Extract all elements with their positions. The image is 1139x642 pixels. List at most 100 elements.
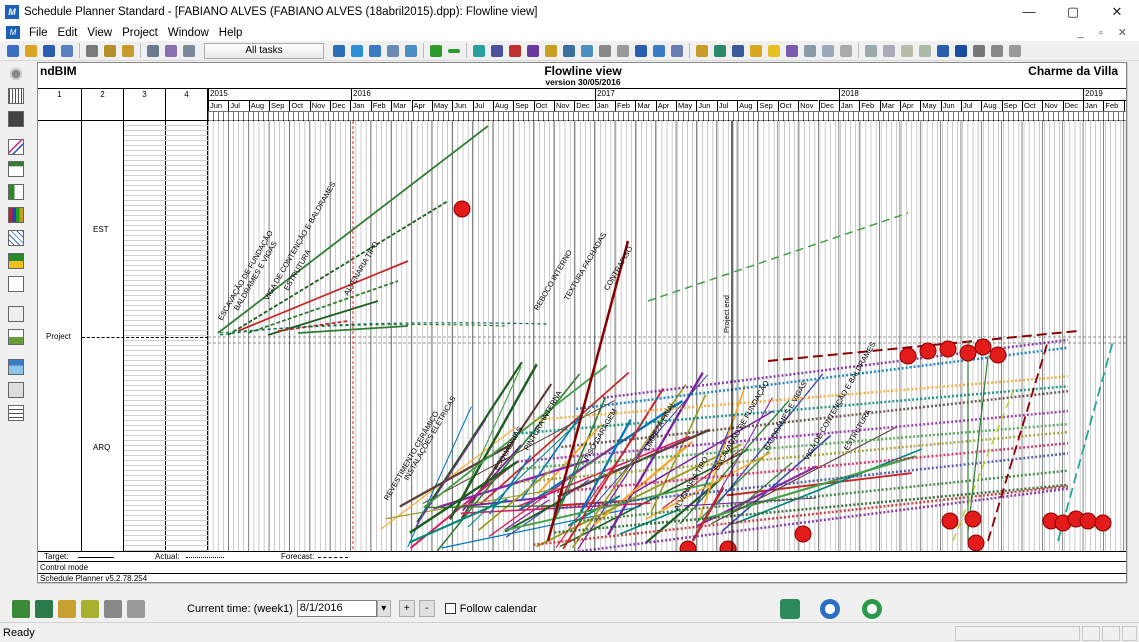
export-icon[interactable] bbox=[693, 43, 710, 59]
structure-icon[interactable] bbox=[8, 111, 24, 127]
column-header-3[interactable]: 3 bbox=[124, 89, 166, 120]
style-icon[interactable] bbox=[783, 43, 800, 59]
task-filter-select[interactable]: All tasks bbox=[204, 42, 324, 59]
document-icon[interactable]: M bbox=[6, 26, 20, 39]
note-icon[interactable] bbox=[765, 43, 782, 59]
minimize-button[interactable]: — bbox=[1007, 0, 1051, 24]
vertical-scrollbar[interactable] bbox=[1127, 62, 1139, 583]
menu-edit[interactable]: Edit bbox=[53, 27, 83, 39]
histogram-icon[interactable] bbox=[8, 207, 24, 223]
zoom-out-icon[interactable] bbox=[384, 43, 401, 59]
bar-chart-icon[interactable] bbox=[952, 43, 969, 59]
menu-window[interactable]: Window bbox=[163, 27, 214, 39]
page-icon[interactable] bbox=[614, 43, 631, 59]
camera-icon[interactable] bbox=[104, 599, 122, 618]
pencil-icon[interactable] bbox=[542, 43, 559, 59]
grid-icon[interactable] bbox=[801, 43, 818, 59]
progress-icon[interactable] bbox=[35, 599, 53, 618]
column-header-2[interactable]: 2 bbox=[82, 89, 124, 120]
menu-project[interactable]: Project bbox=[117, 27, 163, 39]
horizontal-scrollbar[interactable] bbox=[37, 583, 1127, 595]
stopwatch-icon[interactable] bbox=[820, 599, 840, 619]
current-time-input[interactable]: 8/1/2016 bbox=[296, 600, 377, 617]
view-d-icon[interactable] bbox=[916, 43, 933, 59]
report-list-icon[interactable] bbox=[8, 405, 24, 421]
document-view-icon[interactable] bbox=[632, 43, 649, 59]
open-icon[interactable] bbox=[22, 43, 39, 59]
network-icon[interactable] bbox=[506, 43, 523, 59]
refresh-icon[interactable] bbox=[12, 599, 30, 618]
bottom-toolbar: Current time: (week1) 8/1/2016 ▾ + - Fol… bbox=[0, 595, 1139, 622]
cut-icon[interactable] bbox=[83, 43, 100, 59]
gantt-icon[interactable] bbox=[8, 184, 24, 200]
wrench-icon[interactable] bbox=[1006, 43, 1023, 59]
time-forward-button[interactable]: + bbox=[398, 600, 415, 617]
menu-file[interactable]: File bbox=[24, 27, 53, 39]
add-icon[interactable] bbox=[427, 43, 444, 59]
printer-icon[interactable] bbox=[970, 43, 987, 59]
time-back-button[interactable]: - bbox=[418, 600, 435, 617]
info-icon[interactable] bbox=[596, 43, 613, 59]
month-label: Sep bbox=[513, 100, 534, 111]
print-setup-icon[interactable] bbox=[180, 43, 197, 59]
zoom-icon[interactable] bbox=[366, 43, 383, 59]
flowline-view-icon[interactable] bbox=[8, 139, 24, 155]
link-icon[interactable] bbox=[560, 43, 577, 59]
printer-alt-icon[interactable] bbox=[988, 43, 1005, 59]
chart-icon[interactable] bbox=[934, 43, 951, 59]
close-button[interactable]: ✕ bbox=[1095, 0, 1139, 24]
calendar-grid-icon[interactable] bbox=[8, 88, 24, 104]
chart-area-icon[interactable] bbox=[8, 359, 24, 375]
table-view-icon[interactable] bbox=[470, 43, 487, 59]
filter-icon[interactable] bbox=[578, 43, 595, 59]
maximize-button[interactable]: ▢ bbox=[1051, 0, 1095, 24]
undo-icon[interactable] bbox=[58, 43, 75, 59]
new-icon[interactable] bbox=[4, 43, 21, 59]
resource-chart-icon[interactable] bbox=[8, 253, 24, 269]
resource-add-icon[interactable] bbox=[348, 43, 365, 59]
sheet-icon[interactable] bbox=[8, 306, 24, 322]
table-icon[interactable] bbox=[8, 161, 24, 177]
update-all-icon[interactable] bbox=[81, 599, 99, 618]
layers-icon[interactable] bbox=[8, 382, 24, 398]
view-c-icon[interactable] bbox=[898, 43, 915, 59]
cumulative-icon[interactable] bbox=[8, 230, 24, 246]
calendar-icon[interactable] bbox=[650, 43, 667, 59]
edit-progress-icon[interactable] bbox=[780, 599, 800, 619]
delay-marker bbox=[919, 342, 937, 360]
flowline-chart[interactable]: ESCAVAÇÃO DE FUNDAÇÃOBALDRAMES E VIGASVI… bbox=[208, 121, 1127, 551]
view-b-icon[interactable] bbox=[880, 43, 897, 59]
import-icon[interactable] bbox=[711, 43, 728, 59]
mdi-window-controls[interactable]: _ ▫ ✕ bbox=[1078, 26, 1139, 39]
clock-back-icon[interactable] bbox=[862, 599, 882, 619]
print-preview-icon[interactable] bbox=[162, 43, 179, 59]
report-icon[interactable] bbox=[668, 43, 685, 59]
resource-icon[interactable] bbox=[330, 43, 347, 59]
update-icon[interactable] bbox=[58, 599, 76, 618]
network-diagram-icon[interactable] bbox=[8, 276, 24, 292]
column-header-4[interactable]: 4 bbox=[166, 89, 208, 120]
remove-icon[interactable] bbox=[445, 43, 462, 59]
paste-icon[interactable] bbox=[119, 43, 136, 59]
save-icon[interactable] bbox=[40, 43, 57, 59]
settings-gear-icon[interactable] bbox=[8, 66, 24, 82]
options-icon[interactable] bbox=[837, 43, 854, 59]
view-a-icon[interactable] bbox=[862, 43, 879, 59]
menu-view[interactable]: View bbox=[82, 27, 117, 39]
layout-icon[interactable] bbox=[819, 43, 836, 59]
chevron-down-icon[interactable]: ▾ bbox=[376, 600, 391, 617]
follow-calendar-checkbox[interactable] bbox=[444, 603, 456, 614]
tools-icon[interactable] bbox=[729, 43, 746, 59]
copy-icon[interactable] bbox=[101, 43, 118, 59]
flowline-icon[interactable] bbox=[524, 43, 541, 59]
gantt-view-icon[interactable] bbox=[488, 43, 505, 59]
cost-icon[interactable] bbox=[8, 329, 24, 345]
zoom-fit-icon[interactable] bbox=[402, 43, 419, 59]
print-icon[interactable] bbox=[144, 43, 161, 59]
column-header-1[interactable]: 1 bbox=[38, 89, 82, 120]
menu-help[interactable]: Help bbox=[214, 27, 248, 39]
month-label: Jul bbox=[472, 100, 493, 111]
draw-icon[interactable] bbox=[747, 43, 764, 59]
snapshot-icon[interactable] bbox=[127, 599, 145, 618]
flowline-view[interactable]: ndBIM Flowline view version 30/05/2016 C… bbox=[37, 62, 1127, 583]
